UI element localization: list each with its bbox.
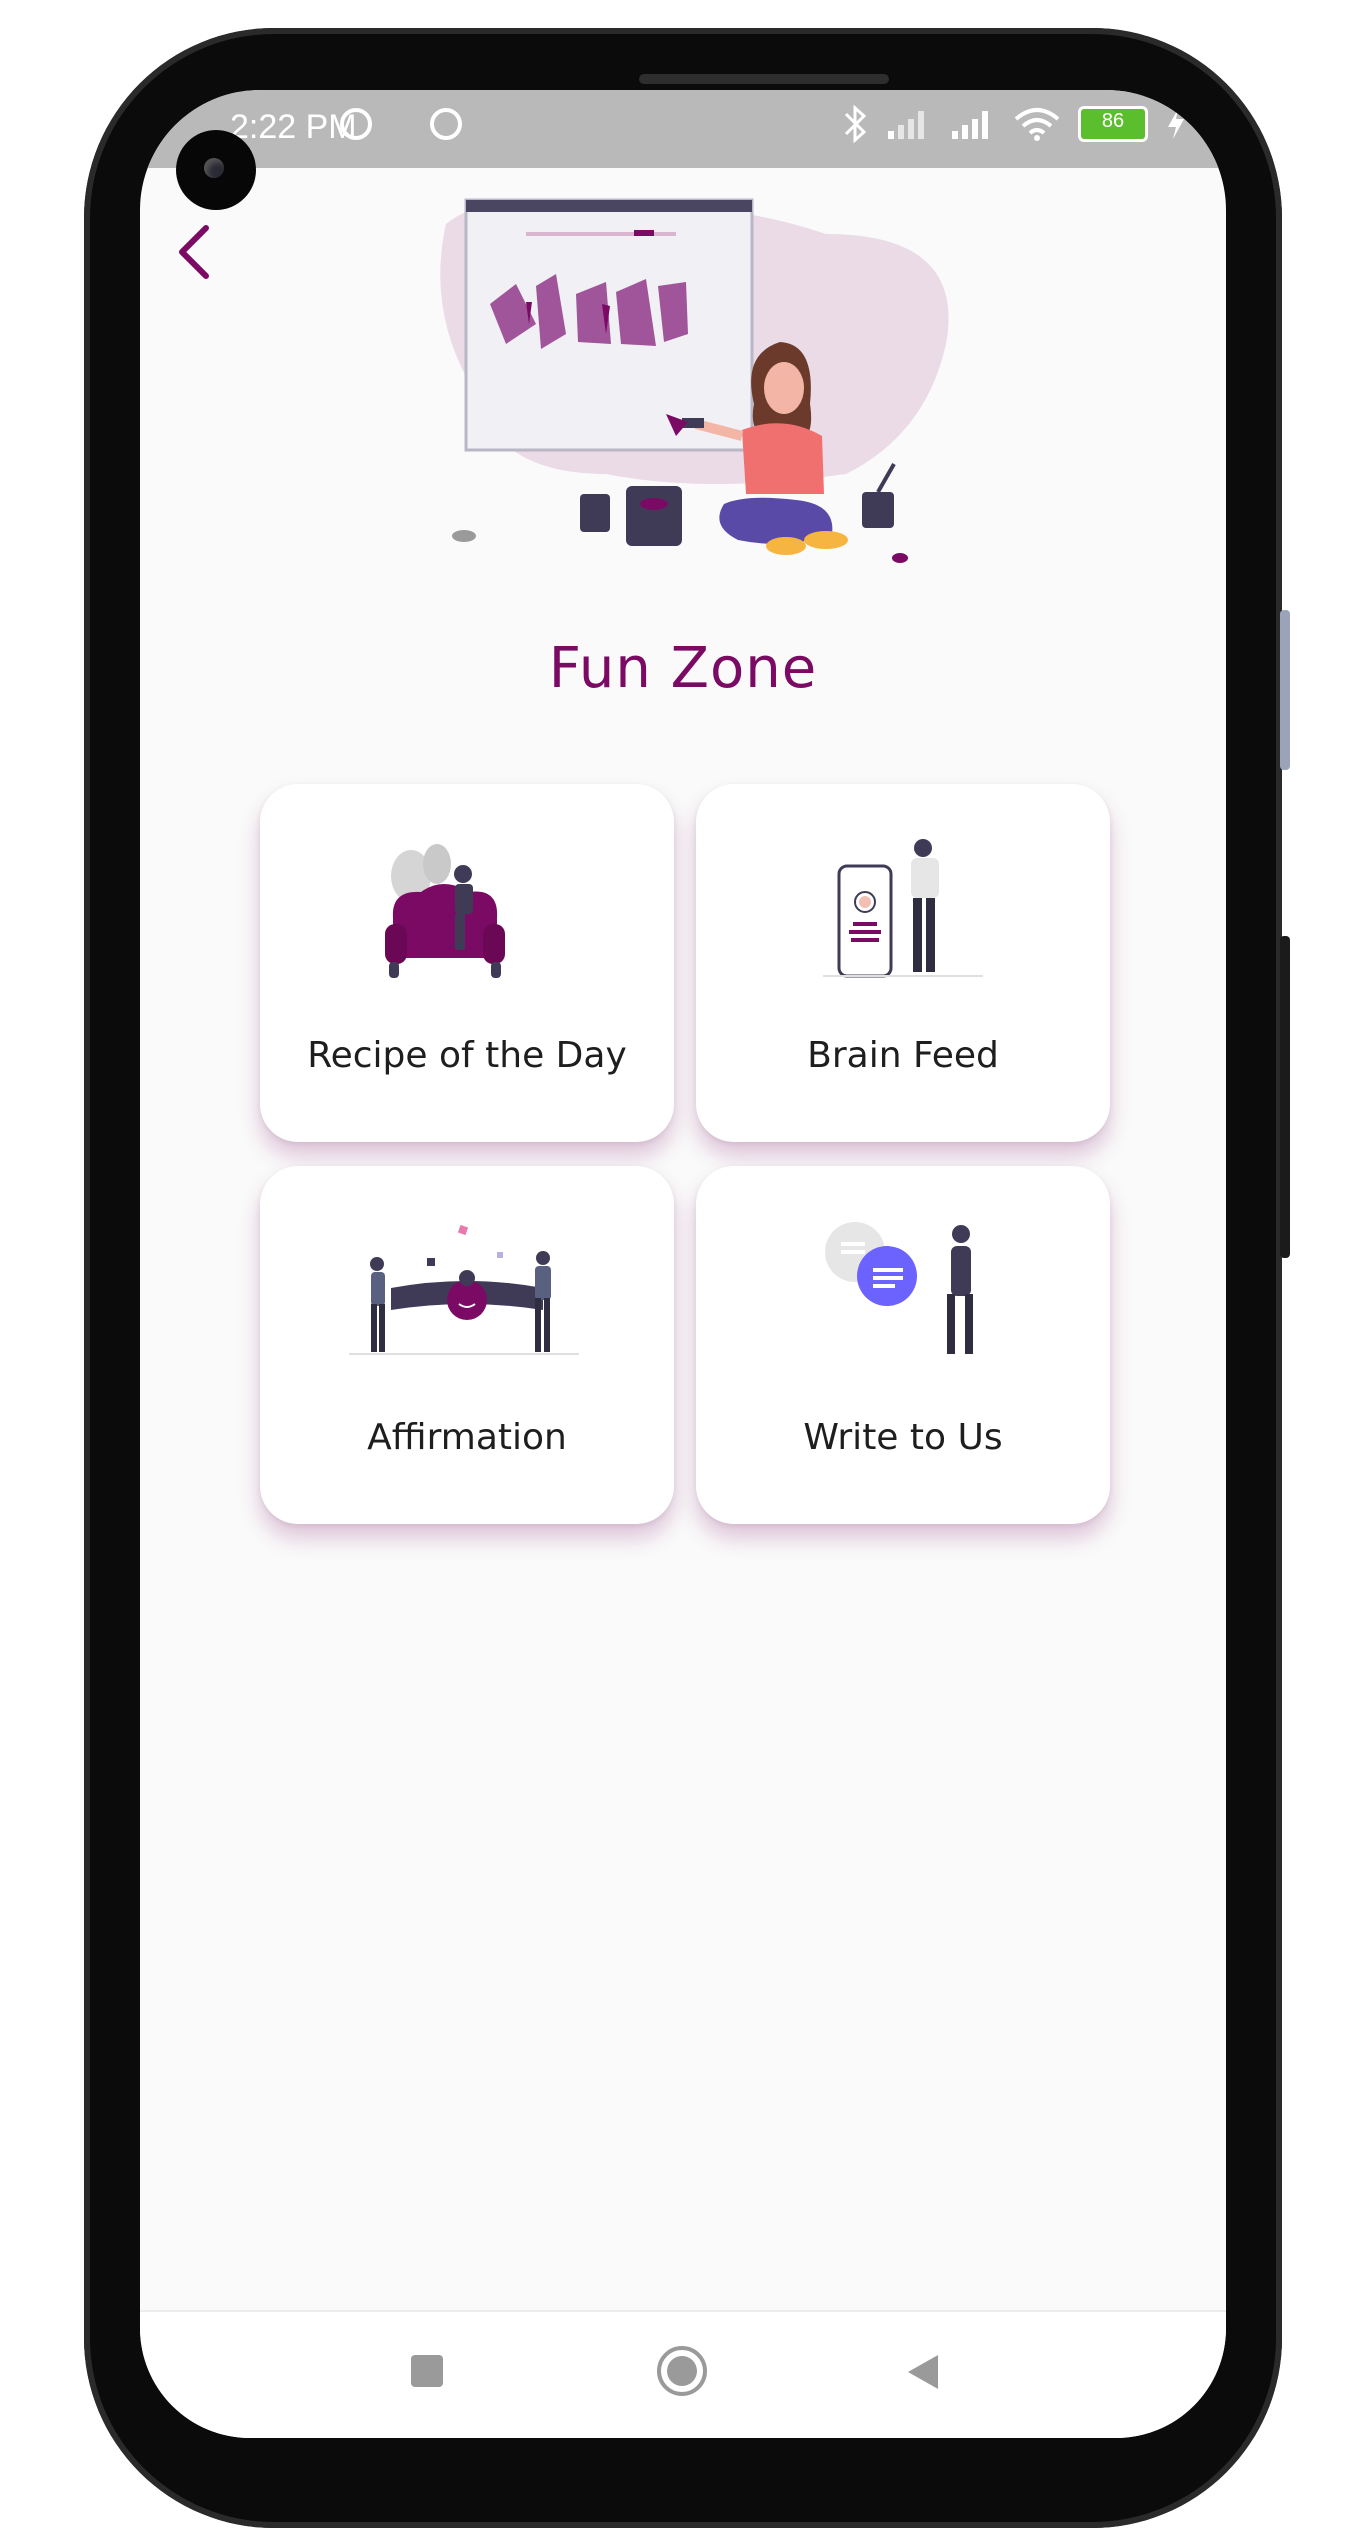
power-button [1280, 936, 1290, 1258]
people-banner-icon [349, 1224, 579, 1355]
wifi-icon [1014, 108, 1060, 141]
card-write-to-us[interactable]: Write to Us [696, 1166, 1110, 1524]
card-affirmation[interactable]: Affirmation [260, 1166, 674, 1524]
system-nav-bar [140, 2310, 1226, 2438]
card-label: Affirmation [367, 1417, 567, 1458]
triangle-back-icon[interactable] [904, 2352, 944, 2392]
phone-profile-icon [823, 839, 983, 978]
bluetooth-icon [844, 104, 867, 144]
status-time: 2:22 PM [230, 108, 357, 146]
front-camera [176, 130, 256, 210]
battery-indicator: 86 [1078, 106, 1148, 142]
status-right: 86 [842, 104, 1186, 144]
card-label: Recipe of the Day [307, 1035, 627, 1076]
circle-home-icon[interactable] [655, 2344, 709, 2398]
card-brain-feed[interactable]: Brain Feed [696, 784, 1110, 1142]
chevron-left-icon[interactable] [166, 222, 226, 282]
speaker-grille [639, 74, 889, 84]
card-recipe-of-the-day[interactable]: Recipe of the Day [260, 784, 674, 1142]
charging-icon [1168, 109, 1184, 139]
card-label: Write to Us [803, 1417, 1003, 1458]
card-label: Brain Feed [807, 1035, 999, 1076]
signal-icon [952, 111, 988, 139]
chair-icon [385, 844, 505, 978]
signal-icon [888, 111, 924, 139]
hero-illustration [440, 198, 949, 563]
chat-bubbles-icon [825, 1222, 973, 1354]
notification-icon [340, 108, 372, 140]
page-title: Fun Zone [548, 636, 818, 701]
volume-button [1280, 610, 1290, 770]
app-screen: 2:22 PM 86 Fun Zone Recipe of the Day Br… [140, 90, 1226, 2438]
status-bar: 2:22 PM 86 [140, 90, 1226, 168]
notification-icon [430, 108, 462, 140]
square-recents-icon[interactable] [408, 2352, 446, 2390]
